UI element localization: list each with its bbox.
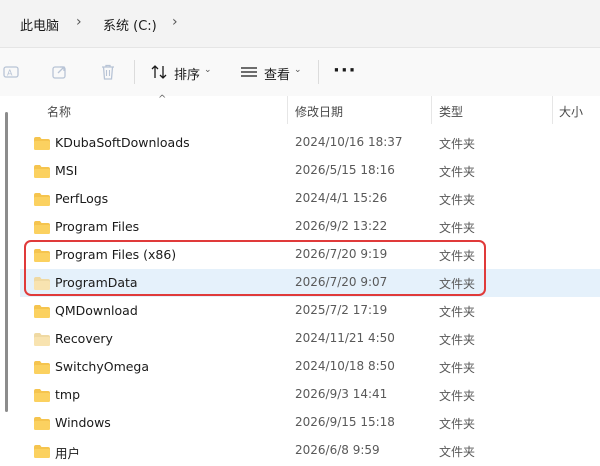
- file-modified: 2026/9/3 14:41: [295, 387, 388, 401]
- file-name: MSI: [55, 163, 78, 178]
- file-name: QMDownload: [55, 303, 138, 318]
- list-item[interactable]: SwitchyOmega 2024/10/18 8:50 文件夹: [20, 353, 600, 381]
- file-type: 文件夹: [439, 305, 476, 319]
- vertical-scrollbar[interactable]: [5, 112, 8, 466]
- scrollbar-thumb[interactable]: [5, 112, 8, 412]
- address-bar: 此电脑 › 系统 (C:) ›: [0, 0, 600, 48]
- file-name: PerfLogs: [55, 191, 109, 206]
- column-divider[interactable]: [287, 96, 288, 124]
- file-type: 文件夹: [439, 221, 476, 235]
- file-modified: 2026/9/15 15:18: [295, 415, 395, 429]
- chevron-down-icon: ⌄: [204, 65, 212, 75]
- file-type: 文件夹: [439, 333, 476, 347]
- rename-icon[interactable]: A: [2, 62, 22, 82]
- chevron-right-icon[interactable]: ›: [76, 14, 82, 30]
- column-size[interactable]: 大小: [559, 103, 583, 120]
- list-item[interactable]: Program Files 2026/9/2 13:22 文件夹: [20, 213, 600, 241]
- sort-button[interactable]: 排序 ⌄: [150, 61, 215, 83]
- file-type: 文件夹: [439, 137, 476, 151]
- list-item[interactable]: 用户 2026/6/8 9:59 文件夹: [20, 437, 600, 465]
- file-modified: 2025/7/2 17:19: [295, 303, 388, 317]
- toolbar-divider: [134, 60, 135, 84]
- highlight-annotation-box: [24, 240, 486, 296]
- folder-icon: [34, 305, 50, 318]
- file-type: 文件夹: [439, 361, 476, 375]
- file-type: 文件夹: [439, 417, 476, 431]
- file-name: Windows: [55, 415, 111, 430]
- file-name: 用户: [55, 446, 81, 461]
- view-label: 查看: [264, 68, 291, 83]
- column-divider[interactable]: [552, 96, 553, 124]
- folder-hidden-icon: [34, 333, 50, 346]
- folder-icon: [34, 137, 50, 150]
- column-modified[interactable]: 修改日期: [295, 103, 343, 120]
- list-item[interactable]: Windows 2026/9/15 15:18 文件夹: [20, 409, 600, 437]
- file-modified: 2026/5/15 18:16: [295, 163, 395, 177]
- list-item[interactable]: KDubaSoftDownloads 2024/10/16 18:37 文件夹: [20, 129, 600, 157]
- list-view-icon: [241, 67, 257, 77]
- chevron-down-icon: ⌄: [294, 65, 302, 75]
- folder-icon: [34, 417, 50, 430]
- list-item[interactable]: PerfLogs 2024/4/1 15:26 文件夹: [20, 185, 600, 213]
- column-type[interactable]: 类型: [439, 103, 463, 120]
- column-header: ^ 名称 修改日期 类型 大小: [0, 94, 600, 126]
- file-modified: 2026/9/2 13:22: [295, 219, 388, 233]
- folder-icon: [34, 221, 50, 234]
- folder-icon: [34, 361, 50, 374]
- list-item[interactable]: QMDownload 2025/7/2 17:19 文件夹: [20, 297, 600, 325]
- file-modified: 2024/4/1 15:26: [295, 191, 388, 205]
- file-name: KDubaSoftDownloads: [55, 135, 190, 150]
- file-name: tmp: [55, 387, 81, 402]
- file-type: 文件夹: [439, 165, 476, 179]
- share-icon[interactable]: [50, 62, 70, 82]
- file-modified: 2026/6/8 9:59: [295, 443, 380, 457]
- chevron-right-icon[interactable]: ›: [172, 14, 178, 30]
- sort-icon: [151, 65, 167, 79]
- file-type: 文件夹: [439, 193, 476, 207]
- file-modified: 2024/10/18 8:50: [295, 359, 395, 373]
- folder-icon: [34, 193, 50, 206]
- svg-text:A: A: [7, 69, 13, 78]
- list-item[interactable]: MSI 2026/5/15 18:16 文件夹: [20, 157, 600, 185]
- breadcrumb-drive-c[interactable]: 系统 (C:): [103, 15, 157, 34]
- file-type: 文件夹: [439, 445, 476, 459]
- column-name[interactable]: 名称: [47, 103, 71, 120]
- file-modified: 2024/11/21 4:50: [295, 331, 395, 345]
- file-modified: 2024/10/16 18:37: [295, 135, 403, 149]
- list-item[interactable]: Recovery 2024/11/21 4:50 文件夹: [20, 325, 600, 353]
- more-options-button[interactable]: ···: [333, 60, 357, 81]
- command-bar: A 排序 ⌄ 查看 ⌄: [0, 48, 600, 97]
- list-item[interactable]: tmp 2026/9/3 14:41 文件夹: [20, 381, 600, 409]
- sort-ascending-icon: ^: [158, 94, 167, 105]
- file-name: Recovery: [55, 331, 113, 346]
- delete-icon[interactable]: [98, 62, 118, 82]
- folder-icon: [34, 389, 50, 402]
- breadcrumb-this-pc[interactable]: 此电脑: [20, 15, 59, 34]
- sort-label: 排序: [174, 68, 201, 83]
- view-button[interactable]: 查看 ⌄: [240, 61, 305, 83]
- folder-icon: [34, 165, 50, 178]
- folder-icon: [34, 445, 50, 458]
- file-name: SwitchyOmega: [55, 359, 150, 374]
- column-divider[interactable]: [431, 96, 432, 124]
- toolbar-divider: [318, 60, 319, 84]
- file-name: Program Files: [55, 219, 140, 234]
- file-type: 文件夹: [439, 389, 476, 403]
